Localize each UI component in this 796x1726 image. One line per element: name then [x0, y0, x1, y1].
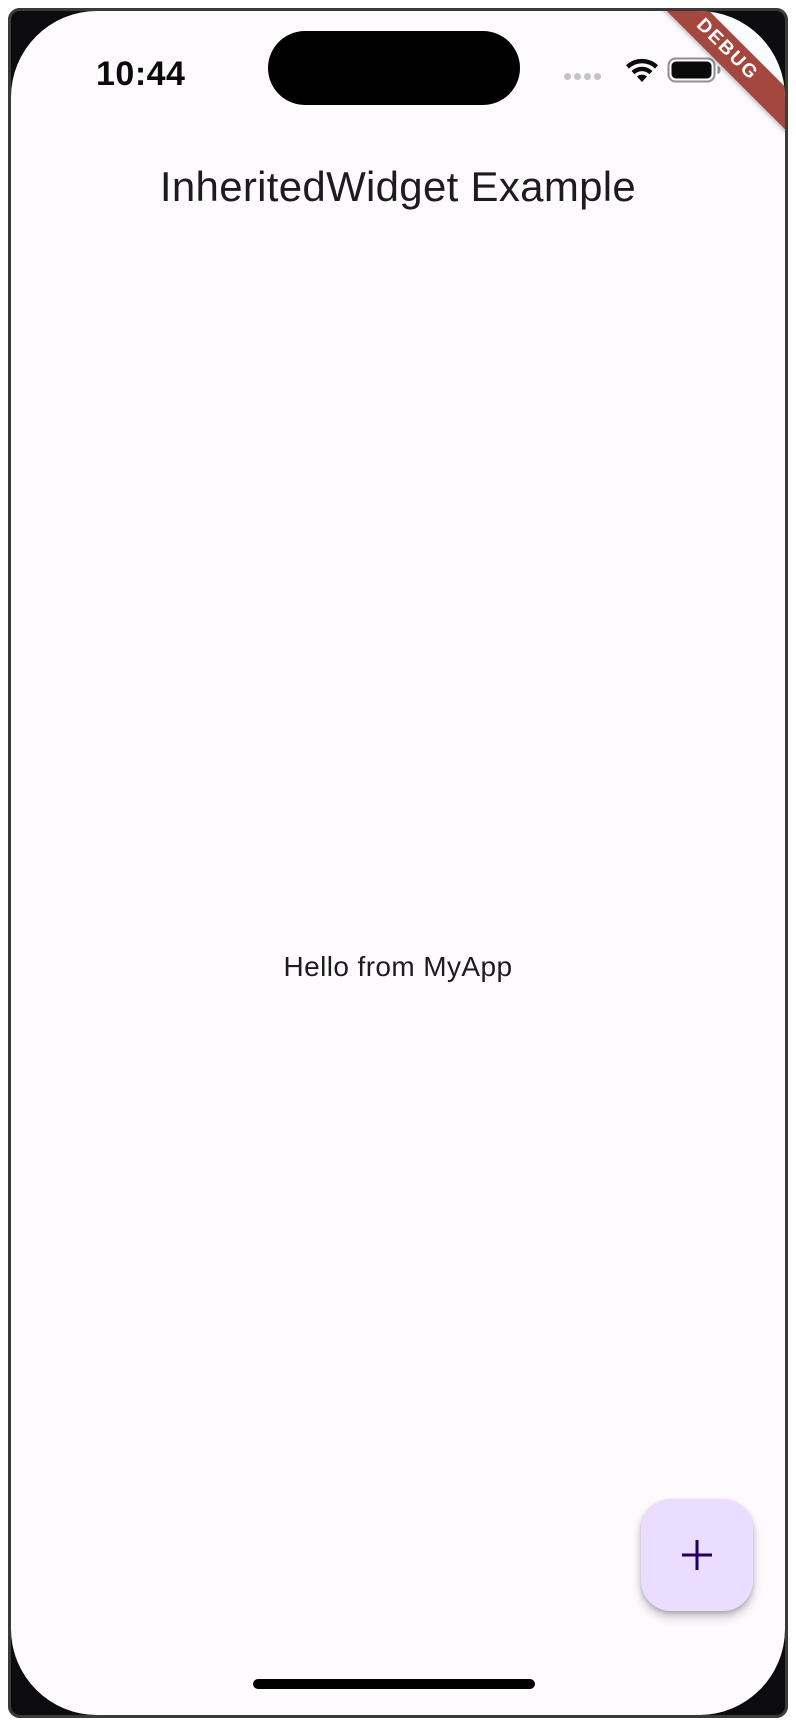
status-bar: 10:44 — [11, 11, 785, 131]
cellular-signal-icon — [564, 73, 604, 81]
add-icon — [682, 1540, 712, 1570]
app-screen: 10:44 DEBUG InheritedWidget Example Hell… — [11, 11, 785, 1715]
home-indicator[interactable] — [253, 1679, 535, 1689]
body-message: Hello from MyApp — [283, 951, 513, 982]
dynamic-island — [268, 31, 520, 105]
wifi-icon — [626, 58, 658, 82]
status-time: 10:44 — [96, 55, 186, 93]
page-title: InheritedWidget Example — [159, 163, 637, 210]
app-bar: InheritedWidget Example — [11, 131, 785, 243]
page: 10:44 DEBUG InheritedWidget Example Hell… — [0, 0, 796, 1726]
add-button[interactable] — [641, 1499, 753, 1611]
battery-icon — [667, 57, 721, 83]
